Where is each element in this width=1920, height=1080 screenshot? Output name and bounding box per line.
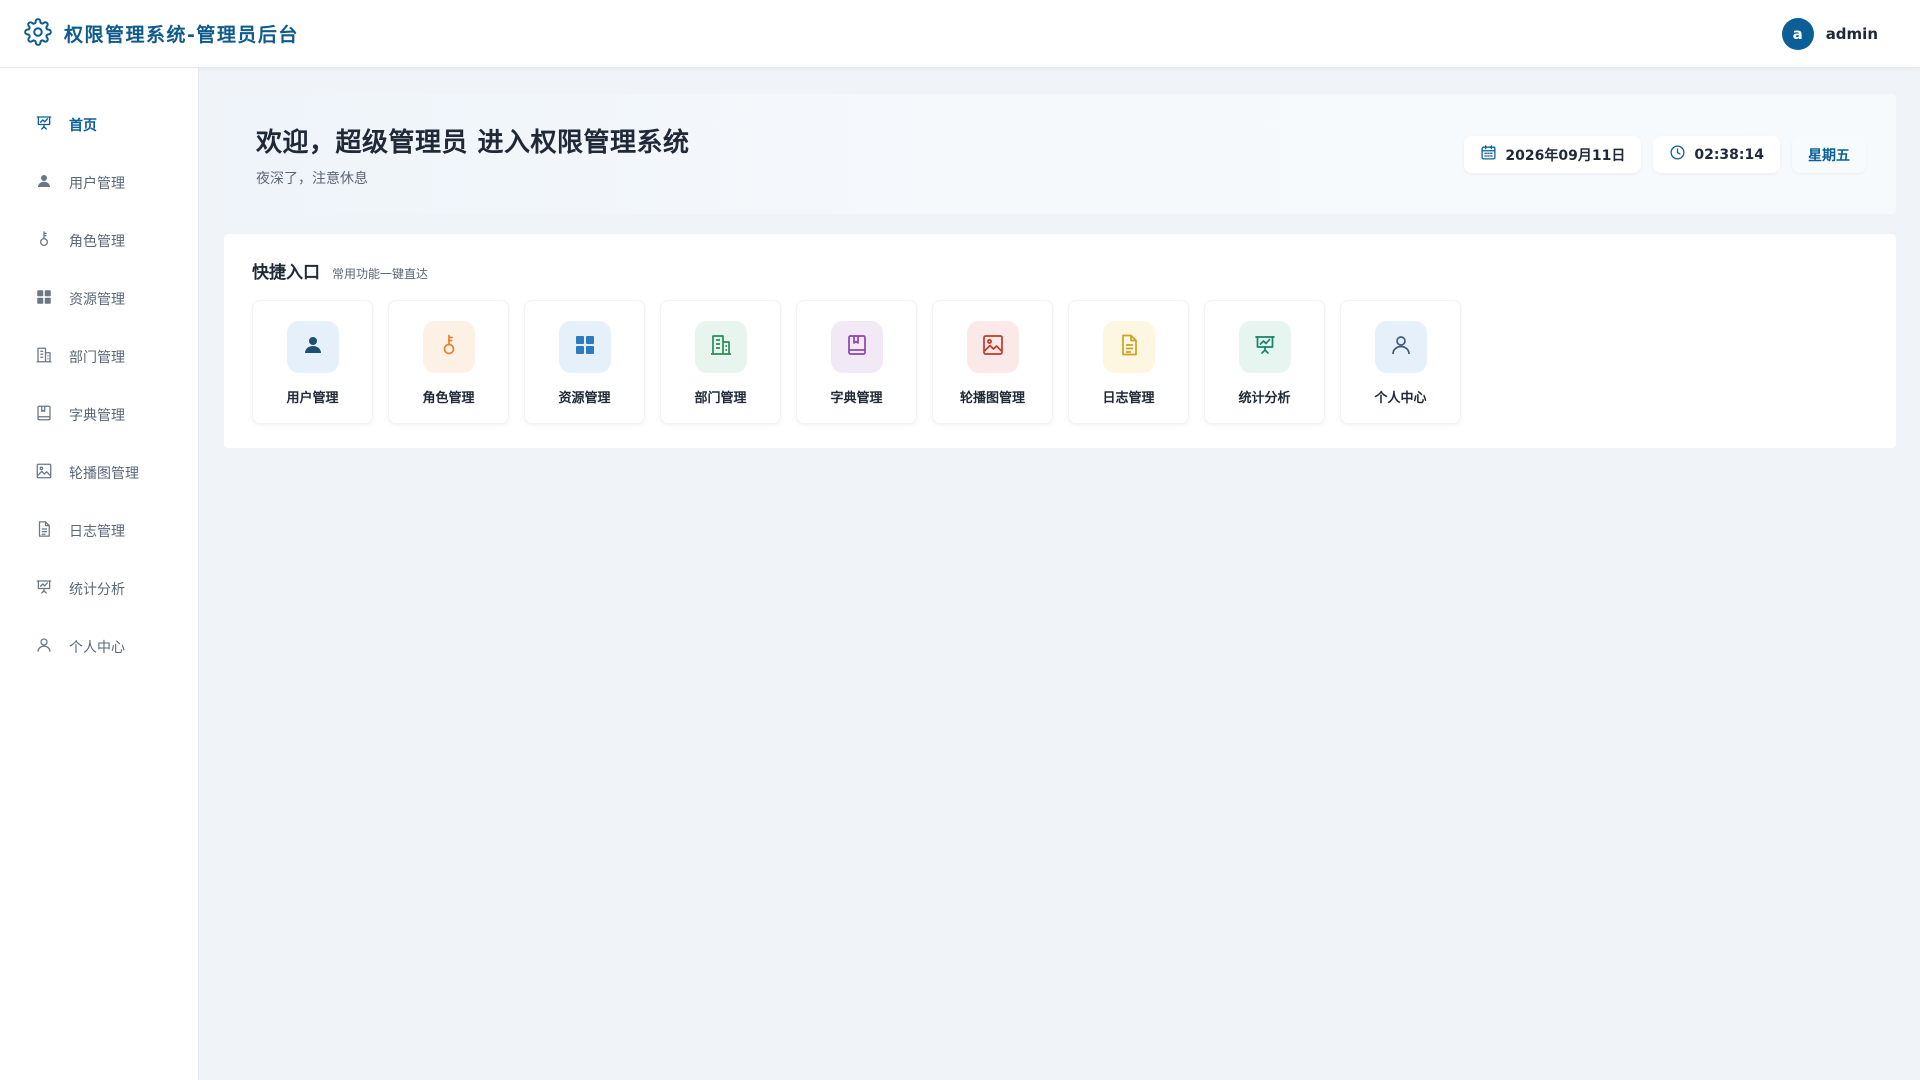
person-outline-icon — [35, 636, 53, 658]
card-label: 资源管理 — [558, 391, 611, 406]
date-text: 2026年09月11日 — [1505, 147, 1626, 164]
sidebar-item-label: 日志管理 — [69, 524, 125, 540]
presentation-chart-icon — [35, 114, 53, 136]
quick-card-carousel[interactable]: 轮播图管理 — [932, 300, 1053, 424]
time-text: 02:38:14 — [1694, 146, 1764, 163]
quick-entry-header: 快捷入口 常用功能一键直达 — [252, 258, 428, 283]
sidebar-item-dictionary[interactable]: 字典管理 — [0, 386, 198, 444]
sidebar-item-statistics[interactable]: 统计分析 — [0, 560, 198, 618]
card-label: 用户管理 — [286, 391, 339, 406]
card-label: 个人中心 — [1374, 391, 1427, 406]
card-icon-box — [1102, 321, 1155, 373]
sidebar-item-label: 首页 — [69, 118, 97, 134]
card-label: 部门管理 — [694, 391, 747, 406]
sidebar-item-label: 个人中心 — [69, 640, 125, 656]
card-icon-box — [694, 321, 747, 373]
card-icon-box — [1238, 321, 1291, 373]
welcome-title: 欢迎，超级管理员 进入权限管理系统 — [256, 128, 690, 158]
gear-icon — [24, 17, 52, 50]
sidebar-item-profile[interactable]: 个人中心 — [0, 618, 198, 676]
card-label: 字典管理 — [830, 391, 883, 406]
card-label: 轮播图管理 — [959, 391, 1025, 406]
quick-card-profile[interactable]: 个人中心 — [1340, 300, 1461, 424]
card-icon-box — [422, 321, 475, 373]
quick-card-logs[interactable]: 日志管理 — [1068, 300, 1189, 424]
presentation-chart-icon — [1253, 333, 1277, 361]
sidebar-item-label: 部门管理 — [69, 350, 125, 366]
top-header: 权限管理系统-管理员后台 a admin — [0, 0, 1920, 68]
book-icon — [845, 333, 869, 361]
book-icon — [35, 404, 53, 426]
quick-entry-title: 快捷入口 — [252, 263, 320, 283]
quick-card-resources[interactable]: 资源管理 — [524, 300, 645, 424]
quick-card-users[interactable]: 用户管理 — [252, 300, 373, 424]
image-icon — [35, 462, 53, 484]
card-icon-box — [966, 321, 1019, 373]
grid-icon — [35, 288, 53, 310]
sidebar-item-label: 轮播图管理 — [69, 466, 139, 482]
weekday-text: 星期五 — [1808, 147, 1850, 164]
time-chip: 02:38:14 — [1653, 136, 1780, 173]
sidebar-item-resources[interactable]: 资源管理 — [0, 270, 198, 328]
image-icon — [981, 333, 1005, 361]
sidebar-item-label: 字典管理 — [69, 408, 125, 424]
sidebar: 首页 用户管理 角色管理 资源管理 部门管理 字典管理 轮播图管理 日志管理 统… — [0, 68, 199, 1080]
sidebar-item-home[interactable]: 首页 — [0, 96, 198, 154]
building-icon — [709, 333, 733, 361]
card-label: 统计分析 — [1238, 391, 1291, 406]
sidebar-item-label: 资源管理 — [69, 292, 125, 308]
person-outline-icon — [1389, 333, 1413, 361]
key-icon — [35, 230, 53, 252]
user-icon — [35, 172, 53, 194]
card-label: 角色管理 — [422, 391, 475, 406]
document-icon — [35, 520, 53, 542]
card-icon-box — [1374, 321, 1427, 373]
presentation-chart-icon — [35, 578, 53, 600]
calendar-icon — [1480, 144, 1497, 165]
quick-entry-cards: 用户管理 角色管理 资源管理 部门管理 字典管理 轮播图管理 日志管理 统计分析… — [252, 300, 1461, 424]
building-icon — [35, 346, 53, 368]
welcome-banner: 欢迎，超级管理员 进入权限管理系统 夜深了，注意休息 2026年09月11日 0… — [224, 94, 1896, 214]
sidebar-item-label: 统计分析 — [69, 582, 125, 598]
datetime-chips: 2026年09月11日 02:38:14 星期五 — [1464, 136, 1866, 173]
card-icon-box — [286, 321, 339, 373]
sidebar-item-label: 用户管理 — [69, 176, 125, 192]
app-title: 权限管理系统-管理员后台 — [64, 24, 299, 46]
sidebar-item-roles[interactable]: 角色管理 — [0, 212, 198, 270]
grid-icon — [573, 333, 597, 361]
quick-entry-panel: 快捷入口 常用功能一键直达 用户管理 角色管理 资源管理 部门管理 字典管理 轮… — [224, 234, 1896, 448]
sidebar-item-label: 角色管理 — [69, 234, 125, 250]
username[interactable]: admin — [1826, 25, 1878, 43]
card-label: 日志管理 — [1102, 391, 1155, 406]
brand[interactable]: 权限管理系统-管理员后台 — [24, 17, 299, 50]
document-icon — [1117, 333, 1141, 361]
quick-card-departments[interactable]: 部门管理 — [660, 300, 781, 424]
quick-card-dictionary[interactable]: 字典管理 — [796, 300, 917, 424]
sidebar-item-logs[interactable]: 日志管理 — [0, 502, 198, 560]
quick-entry-subtitle: 常用功能一键直达 — [332, 267, 429, 281]
sidebar-item-departments[interactable]: 部门管理 — [0, 328, 198, 386]
sidebar-item-users[interactable]: 用户管理 — [0, 154, 198, 212]
clock-icon — [1669, 144, 1686, 165]
quick-card-statistics[interactable]: 统计分析 — [1204, 300, 1325, 424]
avatar[interactable]: a — [1781, 17, 1814, 50]
quick-card-roles[interactable]: 角色管理 — [388, 300, 509, 424]
user-menu[interactable]: a admin — [1781, 17, 1896, 50]
card-icon-box — [558, 321, 611, 373]
weekday-chip: 星期五 — [1792, 136, 1866, 173]
user-icon — [301, 333, 325, 361]
welcome-subtitle: 夜深了，注意休息 — [256, 171, 368, 187]
card-icon-box — [830, 321, 883, 373]
key-icon — [437, 333, 461, 361]
date-chip: 2026年09月11日 — [1464, 136, 1642, 173]
sidebar-item-carousel[interactable]: 轮播图管理 — [0, 444, 198, 502]
